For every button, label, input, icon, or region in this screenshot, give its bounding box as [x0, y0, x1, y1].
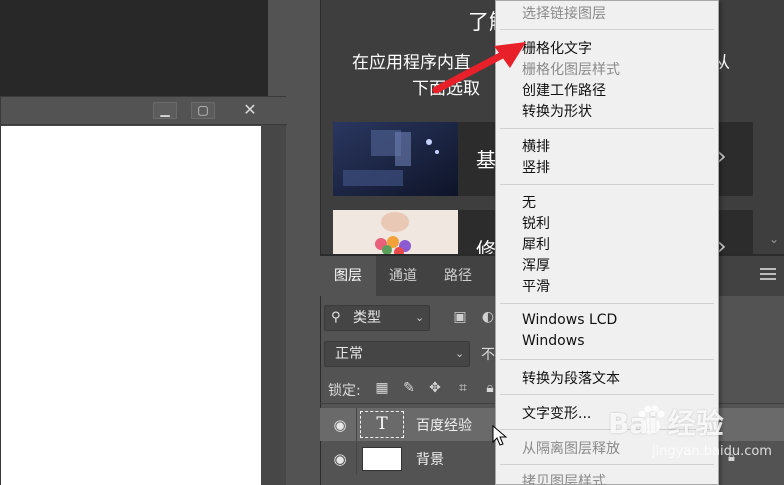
- tutorial-card-label: 基: [476, 148, 496, 172]
- tab-channels[interactable]: 通道: [376, 256, 430, 296]
- eye-icon[interactable]: ◉: [330, 415, 350, 435]
- search-icon: ⚲: [331, 310, 341, 325]
- lock-label: 锁定:: [328, 383, 361, 399]
- chevron-down-icon: ⌄: [415, 311, 425, 324]
- menu-item-horizontal[interactable]: 横排: [522, 136, 550, 156]
- menu-item-copy-layer-style: 拷贝图层样式: [522, 474, 606, 485]
- document-titlebar[interactable]: ▁ ▢ ✕: [1, 97, 287, 125]
- menu-item-antialias-none[interactable]: 无: [522, 192, 536, 212]
- document-canvas[interactable]: [1, 126, 261, 485]
- lock-transparent-icon[interactable]: ▦: [373, 379, 391, 397]
- close-icon[interactable]: ✕: [241, 100, 259, 120]
- menu-separator: [500, 394, 714, 395]
- menu-item-antialias-crisp[interactable]: 犀利: [522, 234, 550, 254]
- tutorial-thumbnail-flowers: [333, 210, 458, 254]
- layer-name[interactable]: 背景: [416, 449, 444, 469]
- learn-panel-scrollbar[interactable]: [766, 0, 782, 254]
- background-layer-thumbnail: [362, 447, 402, 471]
- menu-item-create-work-path[interactable]: 创建工作路径: [522, 80, 606, 100]
- menu-item-antialias-sharp[interactable]: 锐利: [522, 213, 550, 233]
- blend-mode-select[interactable]: 正常 ⌄: [324, 341, 470, 367]
- menu-item-convert-to-shape[interactable]: 转换为形状: [522, 101, 592, 121]
- tutorial-thumbnail-bedroom: [333, 122, 458, 196]
- document-window: ▁ ▢ ✕: [0, 96, 287, 485]
- mouse-cursor-icon: [492, 425, 508, 446]
- menu-item-rasterize-layer-style: 栅格化图层样式: [522, 62, 620, 78]
- annotation-arrow-icon: [432, 42, 526, 94]
- menu-item-windows-lcd[interactable]: Windows LCD: [522, 312, 617, 328]
- scroll-down-icon[interactable]: ⌄: [766, 232, 782, 248]
- eye-icon[interactable]: ◉: [330, 449, 350, 469]
- layer-filter-select[interactable]: ⚲ 类型 ⌄: [324, 305, 430, 331]
- lock-position-move-icon[interactable]: ✥: [426, 379, 444, 397]
- menu-item-rasterize-type[interactable]: 栅格化文字: [522, 38, 592, 58]
- workspace-background: [0, 0, 268, 96]
- menu-separator: [500, 303, 714, 304]
- watermark-url: jingyan.baidu.com: [652, 444, 772, 459]
- maximize-icon[interactable]: ▢: [191, 102, 215, 119]
- chevron-down-icon: ⌄: [455, 347, 465, 360]
- tab-layers[interactable]: 图层: [320, 256, 376, 296]
- menu-item-antialias-strong[interactable]: 浑厚: [522, 255, 550, 275]
- lock-image-brush-icon[interactable]: ✎: [400, 379, 418, 397]
- canvas-pasteboard: [261, 126, 286, 485]
- menu-item-antialias-smooth[interactable]: 平滑: [522, 276, 550, 296]
- menu-item-windows[interactable]: Windows: [522, 333, 585, 349]
- blend-mode-value: 正常: [335, 346, 363, 362]
- panel-menu-icon[interactable]: [760, 268, 776, 282]
- layer-visibility-divider: [356, 442, 357, 475]
- watermark-logo: Bai 经验: [608, 407, 724, 440]
- lock-artboard-icon[interactable]: ⌗: [454, 379, 472, 397]
- watermark: Bai 经验 jingyan.baidu.com: [590, 398, 780, 468]
- tab-paths[interactable]: 路径: [430, 256, 486, 296]
- menu-item-select-linked-layers: 选择链接图层: [522, 6, 606, 22]
- layer-visibility-divider: [356, 408, 357, 441]
- layer-filter-value: 类型: [353, 310, 381, 326]
- text-layer-thumbnail: T: [360, 411, 404, 438]
- image-filter-icon[interactable]: ▣: [451, 308, 469, 326]
- minimize-icon[interactable]: ▁: [153, 102, 177, 119]
- menu-item-vertical[interactable]: 竖排: [522, 157, 550, 177]
- menu-item-convert-to-paragraph[interactable]: 转换为段落文本: [522, 368, 620, 388]
- menu-separator: [500, 29, 714, 30]
- layer-name[interactable]: 百度经验: [416, 415, 472, 435]
- opacity-label: 不: [481, 347, 495, 363]
- menu-separator: [500, 184, 714, 185]
- menu-separator: [500, 128, 714, 129]
- menu-item-warp-text[interactable]: 文字变形...: [522, 403, 591, 423]
- menu-separator: [500, 359, 714, 360]
